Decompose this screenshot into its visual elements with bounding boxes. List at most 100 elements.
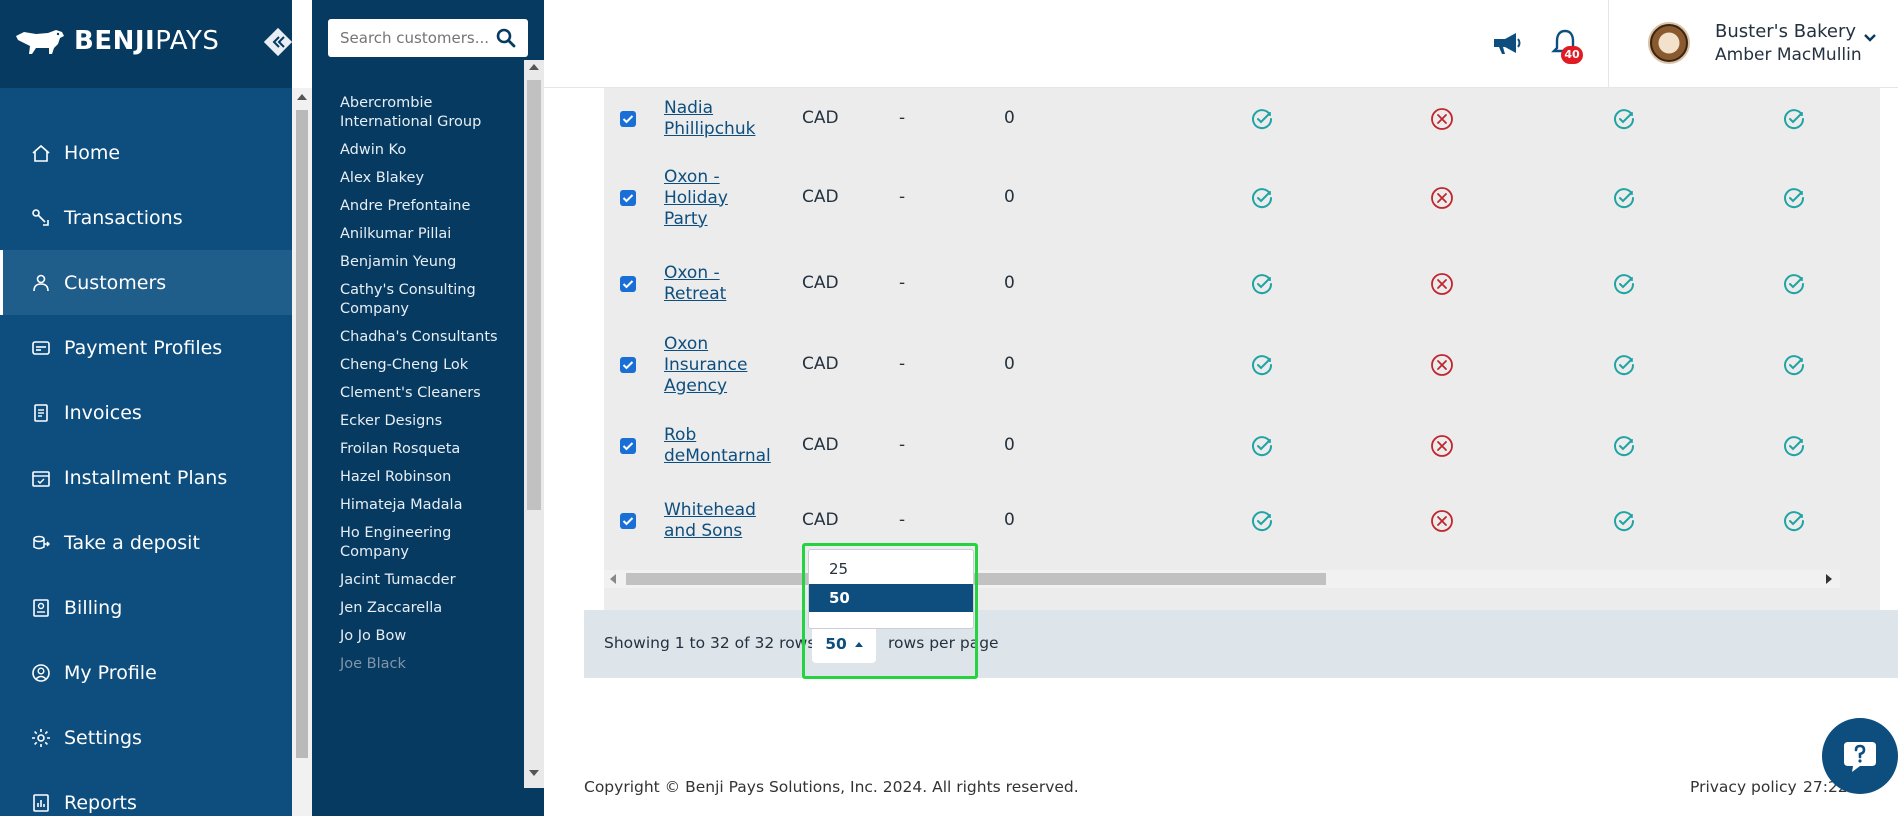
nav-item-payment-profiles[interactable]: Payment Profiles xyxy=(0,315,292,380)
nav-item-invoices[interactable]: Invoices xyxy=(0,380,292,445)
row-checkbox[interactable] xyxy=(620,111,636,127)
customer-list-item[interactable]: Froilan Rosqueta xyxy=(312,436,524,464)
customer-name-link[interactable]: Retreat xyxy=(664,284,726,305)
customer-name-link[interactable]: Oxon - xyxy=(664,167,728,188)
nav-item-label: Customers xyxy=(64,271,167,294)
nav-item-home[interactable]: Home xyxy=(0,120,292,185)
scrollbar-thumb[interactable] xyxy=(527,80,541,510)
nav-item-label: Payment Profiles xyxy=(64,336,223,359)
customer-name-link[interactable]: Oxon xyxy=(664,334,747,355)
table-cell: 0 xyxy=(1004,108,1015,128)
nav-item-reports[interactable]: Reports xyxy=(0,770,292,816)
user-name[interactable]: Amber MacMullin xyxy=(1715,45,1862,65)
chevron-down-icon[interactable] xyxy=(1862,30,1878,46)
status-check-icon xyxy=(1250,353,1274,377)
scroll-up-icon[interactable] xyxy=(297,94,307,100)
main-nav: BENJIPAYS Home Transactions Customers Payme… xyxy=(0,0,312,816)
customer-list-item[interactable]: Ecker Designs xyxy=(312,408,524,436)
nav-item-take-a-deposit[interactable]: Take a deposit xyxy=(0,510,292,575)
collapse-sidebar-icon[interactable] xyxy=(262,26,294,58)
customer-name-link[interactable]: Insurance xyxy=(664,355,747,376)
customer-list-item[interactable]: Himateja Madala xyxy=(312,492,524,520)
status-x-icon xyxy=(1430,353,1454,377)
customer-name-cell: Nadia Phillipchuk xyxy=(664,98,755,140)
customer-list-item[interactable]: Andre Prefontaine xyxy=(312,193,524,221)
customer-list-item[interactable]: Jen Zaccarella xyxy=(312,595,524,623)
customer-panel: Abercrombie International GroupAdwin KoA… xyxy=(312,0,544,816)
customer-list-item[interactable]: Ho Engineering Company xyxy=(312,520,524,567)
brand-thin: PAYS xyxy=(155,26,220,56)
nav-item-customers[interactable]: Customers xyxy=(0,250,292,315)
notification-badge: 40 xyxy=(1561,46,1583,64)
currency-cell: CAD xyxy=(802,435,839,455)
status-check-icon xyxy=(1612,353,1636,377)
status-check-icon xyxy=(1612,186,1636,210)
customer-name-link[interactable]: deMontarnal xyxy=(664,446,771,467)
scroll-left-icon[interactable] xyxy=(610,574,616,584)
help-chat-button[interactable] xyxy=(1822,718,1898,794)
status-x-icon xyxy=(1430,107,1454,131)
customer-list-item[interactable]: Cathy's Consulting Company xyxy=(312,277,524,324)
table-cell: - xyxy=(899,354,906,374)
nav-item-settings[interactable]: Settings xyxy=(0,705,292,770)
payment-profiles-icon xyxy=(30,337,52,359)
megaphone-icon[interactable] xyxy=(1489,26,1523,60)
customer-search[interactable] xyxy=(328,19,528,57)
scroll-up-icon[interactable] xyxy=(529,64,539,70)
customer-list-item[interactable]: Joe Black xyxy=(312,651,524,679)
row-checkbox[interactable] xyxy=(620,357,636,373)
row-checkbox[interactable] xyxy=(620,513,636,529)
nav-item-billing[interactable]: Billing xyxy=(0,575,292,640)
customer-name-link[interactable]: Holiday xyxy=(664,188,728,209)
scrollbar-thumb[interactable] xyxy=(296,110,308,758)
status-x-icon xyxy=(1430,272,1454,296)
customer-list-item[interactable]: Adwin Ko xyxy=(312,137,524,165)
row-checkbox[interactable] xyxy=(620,276,636,292)
customer-name-link[interactable]: Oxon - xyxy=(664,263,726,284)
customer-list-item[interactable]: Alex Blakey xyxy=(312,165,524,193)
scroll-down-icon[interactable] xyxy=(529,770,539,776)
customer-name-link[interactable]: Whitehead xyxy=(664,500,756,521)
row-checkbox[interactable] xyxy=(620,190,636,206)
customer-list-item[interactable]: Jacint Tumacder xyxy=(312,567,524,595)
customer-list-item[interactable]: Anilkumar Pillai xyxy=(312,221,524,249)
customer-list-item[interactable]: Benjamin Yeung xyxy=(312,249,524,277)
table-row: Oxon - Holiday Party CAD - 0 xyxy=(604,150,1840,246)
customer-name-link[interactable]: and Sons xyxy=(664,521,756,542)
status-x-icon xyxy=(1430,186,1454,210)
customer-name-link[interactable]: Nadia xyxy=(664,98,755,119)
avatar[interactable] xyxy=(1648,22,1690,64)
row-checkbox[interactable] xyxy=(620,438,636,454)
status-check-icon xyxy=(1612,107,1636,131)
customer-list-item[interactable]: Jo Jo Bow xyxy=(312,623,524,651)
customer-list-item[interactable]: Abercrombie International Group xyxy=(312,90,524,137)
search-input[interactable] xyxy=(340,29,490,47)
nav-item-label: Settings xyxy=(64,726,142,749)
scroll-right-icon[interactable] xyxy=(1826,574,1832,584)
focus-highlight xyxy=(802,543,978,679)
status-check-icon xyxy=(1612,434,1636,458)
search-icon[interactable] xyxy=(496,28,516,48)
status-check-icon xyxy=(1250,107,1274,131)
customer-list-item[interactable]: Clement's Cleaners xyxy=(312,380,524,408)
customer-list-item[interactable]: Chadha's Consultants xyxy=(312,324,524,352)
customer-name-link[interactable]: Phillipchuk xyxy=(664,119,755,140)
customer-list-item[interactable]: Hazel Robinson xyxy=(312,464,524,492)
invoices-icon xyxy=(30,402,52,424)
business-name[interactable]: Buster's Bakery xyxy=(1715,21,1856,42)
privacy-policy-link[interactable]: Privacy policy xyxy=(1690,778,1797,796)
status-check-icon xyxy=(1250,186,1274,210)
customer-list-item[interactable]: Cheng-Cheng Lok xyxy=(312,352,524,380)
customer-list-scrollbar[interactable] xyxy=(524,60,544,788)
benjipays-logo[interactable]: BENJIPAYS xyxy=(14,26,219,56)
customer-name-link[interactable]: Agency xyxy=(664,376,747,397)
table-horizontal-scrollbar[interactable] xyxy=(604,570,1840,588)
profile-icon xyxy=(30,662,52,684)
customer-name-link[interactable]: Party xyxy=(664,209,728,230)
nav-item-transactions[interactable]: Transactions xyxy=(0,185,292,250)
nav-item-installment-plans[interactable]: Installment Plans xyxy=(0,445,292,510)
nav-item-my-profile[interactable]: My Profile xyxy=(0,640,292,705)
nav-scrollbar[interactable] xyxy=(292,88,312,816)
dog-logo-icon xyxy=(16,30,64,54)
customer-name-link[interactable]: Rob xyxy=(664,425,771,446)
